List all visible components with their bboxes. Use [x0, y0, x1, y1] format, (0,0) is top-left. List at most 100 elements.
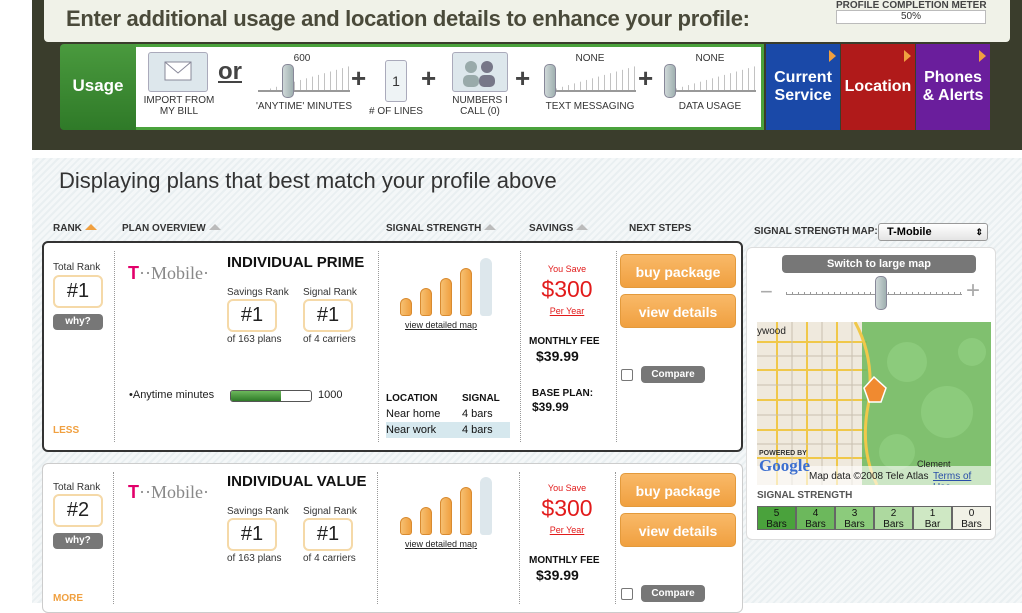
anytime-minutes-value: 1000 — [318, 389, 343, 401]
sort-savings[interactable]: SAVINGS — [529, 223, 589, 234]
terms-of-use-link[interactable]: Terms of Use — [933, 471, 991, 485]
carrier-logo: T··Mobile· — [128, 263, 209, 283]
sort-rank[interactable]: RANK — [53, 223, 97, 234]
total-rank: #1 — [53, 275, 103, 308]
signal-bar — [480, 258, 492, 316]
signal-rank-of: of 4 carriers — [303, 553, 356, 564]
view-details-button[interactable]: view details — [620, 294, 736, 328]
lines-stepper[interactable]: 1 — [385, 60, 407, 102]
compare-checkbox[interactable] — [621, 588, 633, 600]
signal-bar — [460, 487, 472, 535]
map-credit: Map data ©2008 Tele Atlas — [809, 471, 929, 482]
compare-button[interactable]: Compare — [641, 585, 705, 602]
base-plan-value: $39.99 — [532, 400, 569, 414]
signal-map[interactable]: ywood Clement POWERED BY Google Map data… — [757, 322, 991, 485]
you-save-label: You Save — [547, 264, 587, 274]
zoom-track[interactable] — [786, 292, 962, 295]
carrier-logo: T··Mobile· — [128, 482, 209, 502]
anytime-minutes-bar — [230, 390, 312, 402]
legend-5-bars: 5 Bars — [757, 506, 796, 530]
sort-arrow-icon — [576, 224, 589, 230]
plan-name[interactable]: INDIVIDUAL VALUE — [227, 473, 366, 490]
legend-4-bars: 4 Bars — [796, 506, 835, 530]
savings-rank: #1 — [227, 299, 277, 332]
text-messaging-label: TEXT MESSAGING — [545, 101, 635, 112]
view-detailed-map-link[interactable]: view detailed map — [405, 539, 477, 549]
slider-handle[interactable] — [664, 64, 676, 98]
location-signal-table: LOCATION SIGNAL Near home 4 bars Near work… — [386, 393, 510, 438]
import-bill-label: IMPORT FROM MY BILL — [143, 95, 215, 117]
select-arrows-icon: ⇕ — [975, 227, 983, 237]
numbers-i-call-button[interactable] — [452, 52, 508, 92]
base-plan-label: BASE PLAN: — [532, 388, 594, 399]
signal-bar — [400, 298, 412, 316]
zoom-handle[interactable] — [875, 276, 887, 310]
sort-arrow-icon — [484, 224, 497, 230]
signal-bar — [400, 517, 412, 535]
results-subtitle: Displaying plans that best match your pr… — [59, 168, 557, 193]
anytime-label: 'ANYTIME' MINUTES — [255, 101, 353, 112]
more-toggle[interactable]: MORE — [53, 593, 83, 604]
less-toggle[interactable]: LESS — [53, 425, 79, 436]
view-details-button[interactable]: view details — [620, 513, 736, 547]
signal-rank-label: Signal Rank — [303, 506, 357, 517]
data-usage-slider[interactable] — [664, 62, 756, 98]
compare-button[interactable]: Compare — [641, 366, 705, 383]
signal-rank-label: Signal Rank — [303, 287, 357, 298]
carrier-select[interactable]: T-Mobile ⇕ — [878, 223, 988, 241]
savings-rank-label: Savings Rank — [227, 506, 289, 517]
sort-signal-strength[interactable]: SIGNAL STRENGTH — [386, 223, 497, 234]
monthly-fee-label: MONTHLY FEE — [529, 555, 600, 566]
view-detailed-map-link[interactable]: view detailed map — [405, 320, 477, 330]
plus-sign: + — [421, 63, 437, 93]
zoom-out-icon[interactable]: − — [760, 279, 773, 305]
plan-name[interactable]: INDIVIDUAL PRIME — [227, 254, 364, 271]
tab-location[interactable]: Location — [841, 44, 915, 130]
buy-package-button[interactable]: buy package — [620, 254, 736, 288]
why-button[interactable]: why? — [53, 314, 103, 330]
map-place-label: Clement — [917, 459, 951, 469]
anytime-minutes-slider[interactable] — [258, 62, 350, 98]
legend-1-bar: 1 Bar — [913, 506, 952, 530]
switch-to-large-map-button[interactable]: Switch to large map — [782, 255, 976, 273]
sort-plan-overview[interactable]: PLAN OVERVIEW — [122, 223, 221, 234]
signal-bar — [440, 278, 452, 316]
people-icon — [463, 61, 495, 87]
map-place-label: ywood — [757, 326, 786, 337]
sort-arrow-icon — [208, 224, 221, 230]
legend-0-bars: 0 Bars — [952, 506, 991, 530]
tab-phones-alerts[interactable]: Phones & Alerts — [916, 44, 990, 130]
slider-handle[interactable] — [544, 64, 556, 98]
import-bill-button[interactable] — [148, 52, 208, 92]
or-label: or — [218, 58, 242, 85]
signal-legend-title: SIGNAL STRENGTH — [757, 490, 853, 501]
plus-sign: + — [638, 63, 654, 93]
text-messaging-slider[interactable] — [544, 62, 636, 98]
legend-2-bars: 2 Bars — [874, 506, 913, 530]
signal-bar — [480, 477, 492, 535]
savings-amount: $300 — [541, 276, 593, 302]
compare-checkbox[interactable] — [621, 369, 633, 381]
data-usage-label: DATA USAGE — [678, 101, 742, 112]
signal-bars — [400, 258, 496, 316]
monthly-fee: $39.99 — [536, 348, 579, 364]
legend-3-bars: 3 Bars — [835, 506, 874, 530]
zoom-in-icon[interactable]: + — [966, 277, 980, 305]
monthly-fee: $39.99 — [536, 567, 579, 583]
signal-rank: #1 — [303, 518, 353, 551]
tab-current-service[interactable]: Current Service — [766, 44, 840, 130]
lines-label: # OF LINES — [369, 106, 423, 117]
signal-bars — [400, 477, 496, 535]
next-steps-header: NEXT STEPS — [629, 223, 692, 234]
savings-rank-label: Savings Rank — [227, 287, 289, 298]
signal-rank: #1 — [303, 299, 353, 332]
plus-sign: + — [515, 63, 531, 93]
buy-package-button[interactable]: buy package — [620, 473, 736, 507]
signal-bar — [420, 288, 432, 316]
signal-bar — [420, 507, 432, 535]
tab-usage[interactable]: Usage — [60, 44, 136, 130]
sort-arrow-icon — [84, 224, 97, 230]
slider-handle[interactable] — [282, 64, 294, 98]
savings-rank: #1 — [227, 518, 277, 551]
why-button[interactable]: why? — [53, 533, 103, 549]
